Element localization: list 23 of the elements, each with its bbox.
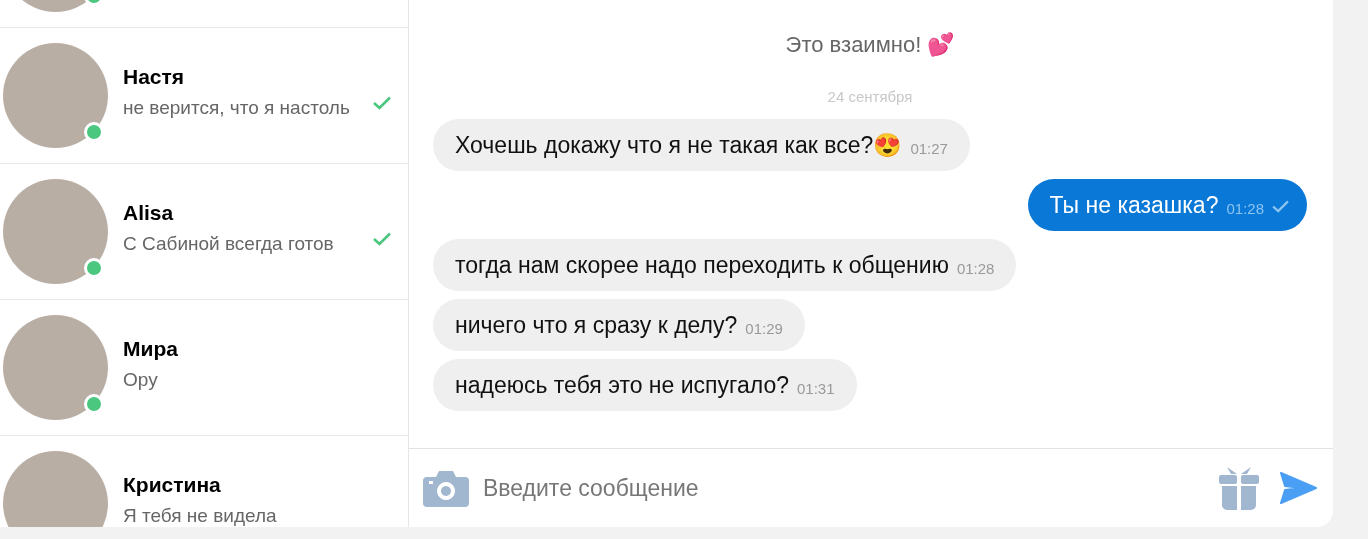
gift-icon[interactable] bbox=[1219, 466, 1259, 510]
message-time: 01:29 bbox=[745, 319, 783, 337]
camera-icon[interactable] bbox=[423, 469, 469, 507]
message-text: тогда нам скорее надо переходить к общению bbox=[455, 251, 949, 279]
message-preview: С Сабиной всегда готов bbox=[123, 232, 334, 255]
message-time: 01:28 bbox=[1226, 199, 1264, 217]
message-time: 01:28 bbox=[956, 259, 995, 277]
contact-name[interactable]: Мира bbox=[123, 336, 178, 361]
send-icon[interactable] bbox=[1279, 472, 1317, 504]
message-preview: не верится, что я настоль bbox=[123, 96, 350, 119]
message-text: ничего что я сразу к делу? bbox=[455, 311, 738, 339]
message-text: надеюсь тебя это не испугало? bbox=[455, 371, 789, 399]
message-preview: Я тебя не видела bbox=[123, 504, 277, 527]
message-time: 01:31 bbox=[796, 379, 835, 397]
message-text: Ты не казашка? bbox=[1049, 191, 1219, 219]
message-preview: Ору bbox=[123, 368, 159, 391]
contact-name[interactable]: Кристина bbox=[123, 472, 277, 497]
contact-name[interactable]: Настя bbox=[123, 64, 350, 89]
message-time: 01:27 bbox=[910, 139, 948, 157]
contact-name[interactable]: Alisa bbox=[123, 200, 334, 225]
message-text: Хочешь докажу что я не такая как все?😍 bbox=[455, 131, 903, 159]
message-input[interactable]: Введите сообщение bbox=[483, 474, 1205, 502]
notice-text: Это взаимно! 💕 bbox=[784, 32, 956, 59]
